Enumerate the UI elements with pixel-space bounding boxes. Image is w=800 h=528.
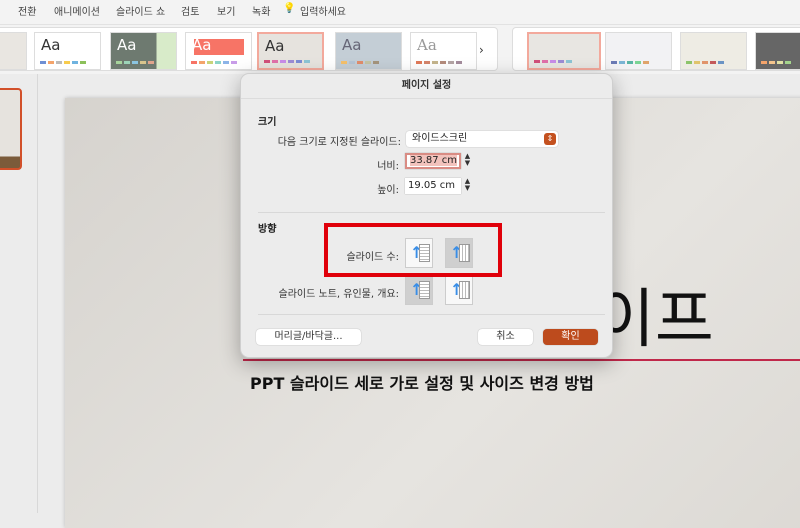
updown-chevron-icon: ⇕ bbox=[544, 133, 556, 145]
theme-thumb-selected[interactable]: Aa bbox=[257, 32, 324, 70]
tab-slideshow[interactable]: 슬라이드 쇼 bbox=[116, 3, 165, 18]
themes-gallery: Aa Aa Aa Aa Aa Aa › bbox=[0, 27, 498, 71]
width-label: 너비: bbox=[377, 161, 399, 172]
header-footer-button[interactable]: 머리글/바닥글... bbox=[256, 329, 361, 345]
tell-me-input[interactable]: 입력하세요 bbox=[300, 3, 346, 18]
tab-animations[interactable]: 애니메이션 bbox=[54, 3, 100, 18]
tab-view[interactable]: 보기 bbox=[217, 3, 235, 18]
chevron-right-icon[interactable]: › bbox=[479, 43, 484, 57]
page-landscape-icon bbox=[459, 281, 470, 299]
notes-orientation-label: 슬라이드 노트, 유인물, 개요: bbox=[278, 289, 399, 300]
width-input[interactable]: 33.87 cm bbox=[405, 153, 461, 169]
tab-record[interactable]: 녹화 bbox=[252, 3, 270, 18]
theme-thumb[interactable]: Aa bbox=[410, 32, 477, 70]
title-underline bbox=[243, 359, 800, 361]
theme-thumb[interactable]: Aa bbox=[110, 32, 177, 70]
variant-thumb[interactable] bbox=[755, 32, 800, 70]
size-section-label: 크기 bbox=[258, 117, 277, 128]
height-label: 높이: bbox=[377, 185, 399, 196]
theme-thumb[interactable]: Aa bbox=[185, 32, 252, 70]
width-value: 33.87 cm bbox=[410, 155, 458, 166]
divider bbox=[258, 212, 605, 213]
variants-gallery bbox=[512, 27, 800, 71]
theme-thumb[interactable]: Aa bbox=[34, 32, 101, 70]
height-stepper[interactable]: ▲ ▼ bbox=[463, 178, 472, 194]
width-stepper[interactable]: ▲ ▼ bbox=[463, 153, 472, 169]
page-setup-dialog: 페이지 설정 크기 다음 크기로 지정된 슬라이드: 와이드스크린 ⇕ 너비: 3… bbox=[240, 73, 613, 358]
variant-thumb[interactable] bbox=[680, 32, 747, 70]
dialog-title: 페이지 설정 bbox=[241, 74, 612, 99]
slide-thumbnail-1[interactable] bbox=[0, 88, 22, 170]
slide-title[interactable]: 이프 bbox=[596, 268, 714, 360]
theme-thumb[interactable] bbox=[0, 32, 27, 70]
cancel-button[interactable]: 취소 bbox=[478, 329, 533, 345]
highlight-annotation-box bbox=[324, 223, 502, 277]
orientation-section-label: 방향 bbox=[258, 224, 277, 235]
slide-subtitle[interactable]: PPT 슬라이드 세로 가로 설정 및 사이즈 변경 방법 bbox=[250, 370, 594, 394]
ok-button[interactable]: 확인 bbox=[543, 329, 598, 345]
theme-thumb[interactable]: Aa bbox=[335, 32, 402, 70]
design-ribbon: Aa Aa Aa Aa Aa Aa › bbox=[0, 24, 800, 74]
lightbulb-icon: 💡 bbox=[283, 3, 296, 14]
slide-size-label: 다음 크기로 지정된 슬라이드: bbox=[277, 137, 401, 148]
divider bbox=[258, 314, 605, 315]
tab-transitions[interactable]: 전환 bbox=[18, 3, 36, 18]
slide-size-select[interactable]: 와이드스크린 ⇕ bbox=[406, 131, 558, 147]
slide-thumbnails-panel bbox=[0, 74, 38, 513]
height-value: 19.05 cm bbox=[408, 180, 456, 191]
notes-portrait-button[interactable]: ↑ bbox=[405, 275, 433, 305]
height-input[interactable]: 19.05 cm bbox=[405, 178, 461, 194]
slide-size-value: 와이드스크린 bbox=[412, 133, 468, 144]
notes-landscape-button[interactable]: ↑ bbox=[445, 275, 473, 305]
variant-thumb[interactable] bbox=[605, 32, 672, 70]
variant-thumb-selected[interactable] bbox=[527, 32, 601, 70]
page-portrait-icon bbox=[419, 281, 430, 299]
tab-review[interactable]: 검토 bbox=[181, 3, 199, 18]
menu-bar: 전환 애니메이션 슬라이드 쇼 검토 보기 녹화 💡 입력하세요 bbox=[0, 0, 800, 24]
